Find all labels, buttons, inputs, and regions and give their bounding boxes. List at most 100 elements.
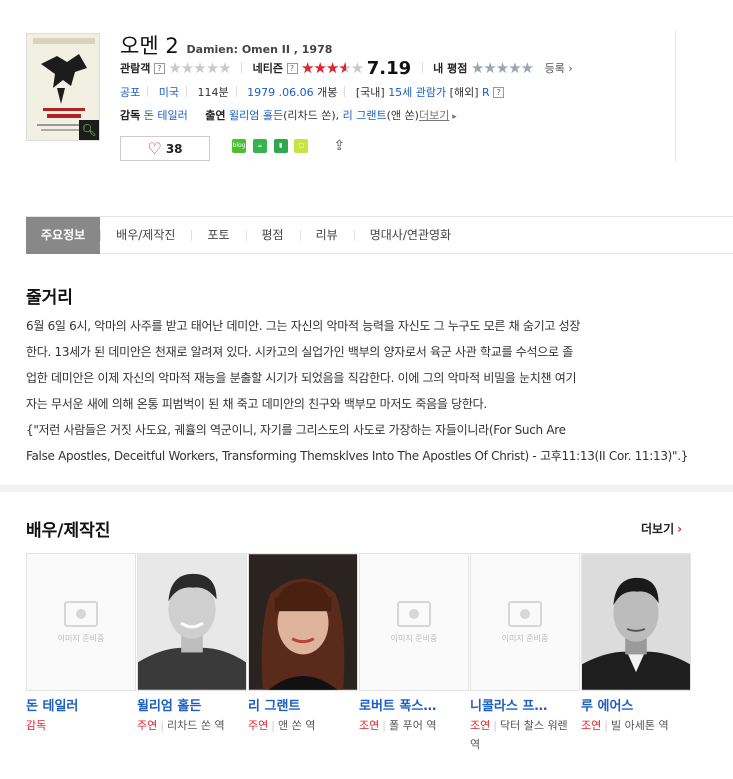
cast-card[interactable]: 이미지 준비중 니콜라스 프… 조연 | 닥터 찰스 워렌 역 — [470, 553, 581, 754]
actor1-role: (리차드 쏜) — [283, 109, 336, 122]
cast-photo[interactable]: 이미지 준비중 — [359, 553, 469, 691]
cast-list: 이미지 준비중 돈 테일러 감독 윌리엄 홀든 주연 | 리차드 쏜 역 리 그… — [26, 553, 692, 754]
my-rating-stars[interactable]: ★★★★★ — [471, 59, 534, 77]
cast-role: 주연 | 리차드 쏜 역 — [137, 719, 225, 732]
synopsis-line: 6월 6일 6시, 악마의 사주를 받고 태어난 데미안. 그는 자신의 악마적… — [26, 319, 581, 333]
register-rating-link[interactable]: 등록 › — [545, 62, 573, 75]
tab-bar: 주요정보 배우/제작진 포토 평점 리뷰 명대사/연관영화 — [26, 216, 733, 254]
tab-ratings[interactable]: 평점 — [245, 217, 300, 254]
overseas-rating-link[interactable]: R — [482, 86, 490, 99]
cast-photo[interactable] — [581, 553, 691, 691]
cast-name[interactable]: 돈 테일러 — [26, 695, 130, 714]
netizen-score: 7.19 — [366, 58, 412, 79]
synopsis-title: 줄거리 — [26, 288, 73, 308]
movie-title: 오멘 2 — [120, 34, 179, 58]
release-date-link[interactable]: 1979 .06.06 — [247, 86, 313, 99]
divider — [241, 62, 243, 73]
domestic-label: [국내] — [355, 86, 385, 99]
image-placeholder: 이미지 준비중 — [27, 554, 135, 690]
rating-row: 관람객 ? ★★★★★ 네티즌 ? ★★★★★ ★★★★★ 7.19 내 평점 … — [120, 58, 573, 79]
cast-role: 감독 — [26, 719, 47, 732]
actor-portrait — [249, 554, 357, 690]
cast-name[interactable]: 루 에어스 — [581, 695, 685, 714]
memo-share-icon[interactable]: ▢ — [294, 139, 309, 153]
synopsis-line: 자는 무서운 새에 의해 온통 피범벅이 된 채 죽고 데미안의 친구와 백부모… — [26, 397, 487, 411]
cast-name[interactable]: 리 그랜트 — [248, 695, 352, 714]
image-placeholder-icon — [508, 600, 542, 627]
bookmark-share-icon[interactable]: ▮ — [273, 139, 288, 153]
cast-label: 출연 — [205, 109, 226, 122]
heart-icon: ♡ — [147, 139, 162, 158]
cast-more-link[interactable]: 더보기 › — [641, 520, 682, 537]
divider — [421, 62, 423, 73]
share-icons: blog ☕ ▮ ▢ ⇪ — [232, 138, 345, 154]
cast-role: 조연 | 빌 아세톤 역 — [581, 719, 669, 732]
cast-section-title: 배우/제작진 — [26, 521, 111, 541]
tab-cast-crew[interactable]: 배우/제작진 — [100, 217, 191, 254]
cast-card[interactable]: 이미지 준비중 로버트 폭스… 조연 | 폴 푸어 역 — [359, 553, 470, 754]
image-placeholder: 이미지 준비중 — [471, 554, 579, 690]
director-label: 감독 — [120, 109, 141, 122]
netizen-stars: ★★★★★ ★★★★★ — [301, 59, 364, 77]
actor2-link[interactable]: 리 그랜트 — [343, 109, 387, 122]
credits-row: 감독 돈 테일러 출연 윌리엄 홀든(리차드 쏜), 리 그랜트(앤 쏜)더보기… — [120, 109, 457, 122]
cast-photo[interactable]: 이미지 준비중 — [470, 553, 580, 691]
like-count: 38 — [165, 142, 183, 156]
overseas-label: [해외] — [449, 86, 479, 99]
director-link[interactable]: 돈 테일러 — [144, 109, 188, 122]
synopsis-line: 업한 데미안은 이제 자신의 악마적 재능을 분출할 시기가 되었음을 직감한다… — [26, 371, 577, 385]
cast-role: 조연 | 폴 푸어 역 — [359, 719, 437, 732]
runtime: 114분 — [197, 86, 229, 99]
tab-photo[interactable]: 포토 — [191, 217, 245, 254]
netizen-label: 네티즌 — [252, 62, 283, 75]
synopsis-line: False Apostles, Deceitful Workers, Trans… — [26, 449, 689, 463]
image-placeholder-icon — [64, 600, 98, 627]
help-icon[interactable]: ? — [153, 63, 165, 74]
synopsis-body: 6월 6일 6시, 악마의 사주를 받고 태어난 데미안. 그는 자신의 악마적… — [26, 313, 701, 469]
synopsis-line: {"저런 사람들은 거짓 사도요, 궤휼의 역군이니, 자기를 그리스도의 사도… — [26, 423, 566, 437]
more-cast-link[interactable]: 더보기 — [419, 109, 449, 122]
tab-main-info[interactable]: 주요정보 — [26, 217, 101, 254]
movie-header: 🔍︎ 오멘 2 Damien: Omen II , 1978 관람객 ? ★★★… — [0, 0, 733, 190]
help-icon[interactable]: ? — [493, 87, 505, 98]
cast-role: 조연 | 닥터 찰스 워렌 역 — [470, 719, 568, 751]
share-icon[interactable]: ⇪ — [333, 138, 345, 154]
audience-stars: ★★★★★ — [168, 59, 231, 77]
actor-portrait — [582, 554, 690, 690]
cast-card[interactable]: 윌리엄 홀든 주연 | 리차드 쏜 역 — [137, 553, 248, 754]
info-row: 공포 미국 114분 1979 .06.06 개봉 [국내] 15세 관람가 [… — [120, 84, 505, 100]
help-icon[interactable]: ? — [286, 63, 298, 74]
actor1-link[interactable]: 윌리엄 홀든 — [229, 109, 283, 122]
zoom-icon[interactable]: 🔍︎ — [79, 120, 99, 140]
image-placeholder: 이미지 준비중 — [360, 554, 468, 690]
image-placeholder-icon — [397, 600, 431, 627]
cast-name[interactable]: 로버트 폭스… — [359, 695, 463, 714]
title-row: 오멘 2 Damien: Omen II , 1978 — [120, 30, 332, 60]
synopsis-line: 한다. 13세가 된 데미안은 천재로 알려져 있다. 시카고의 실업가인 백부… — [26, 345, 573, 359]
header-divider — [675, 30, 676, 162]
section-divider — [0, 485, 733, 492]
cafe-share-icon[interactable]: ☕ — [252, 139, 267, 153]
movie-poster[interactable]: 🔍︎ — [26, 33, 100, 141]
audience-label: 관람객 — [120, 62, 151, 75]
tab-reviews[interactable]: 리뷰 — [299, 217, 354, 254]
genre-link[interactable]: 공포 — [120, 86, 140, 99]
cast-card[interactable]: 리 그랜트 주연 | 앤 쏜 역 — [248, 553, 359, 754]
release-suffix: 개봉 — [317, 86, 338, 99]
cast-role: 주연 | 앤 쏜 역 — [248, 719, 316, 732]
cast-name[interactable]: 윌리엄 홀든 — [137, 695, 241, 714]
domestic-rating-link[interactable]: 15세 관람가 — [388, 86, 446, 99]
cast-name[interactable]: 니콜라스 프… — [470, 695, 574, 714]
actor-portrait — [138, 554, 246, 690]
like-button[interactable]: ♡ 38 — [120, 136, 210, 161]
my-rating-label: 내 평점 — [433, 62, 468, 75]
tab-quotes-related[interactable]: 명대사/연관영화 — [353, 217, 467, 254]
cast-card[interactable]: 루 에어스 조연 | 빌 아세톤 역 — [581, 553, 692, 754]
country-link[interactable]: 미국 — [159, 86, 179, 99]
cast-card[interactable]: 이미지 준비중 돈 테일러 감독 — [26, 553, 137, 754]
cast-photo[interactable]: 이미지 준비중 — [26, 553, 136, 691]
actor2-role: (앤 쏜) — [386, 109, 419, 122]
blog-share-icon[interactable]: blog — [232, 139, 246, 153]
cast-photo[interactable] — [248, 553, 358, 691]
cast-photo[interactable] — [137, 553, 247, 691]
